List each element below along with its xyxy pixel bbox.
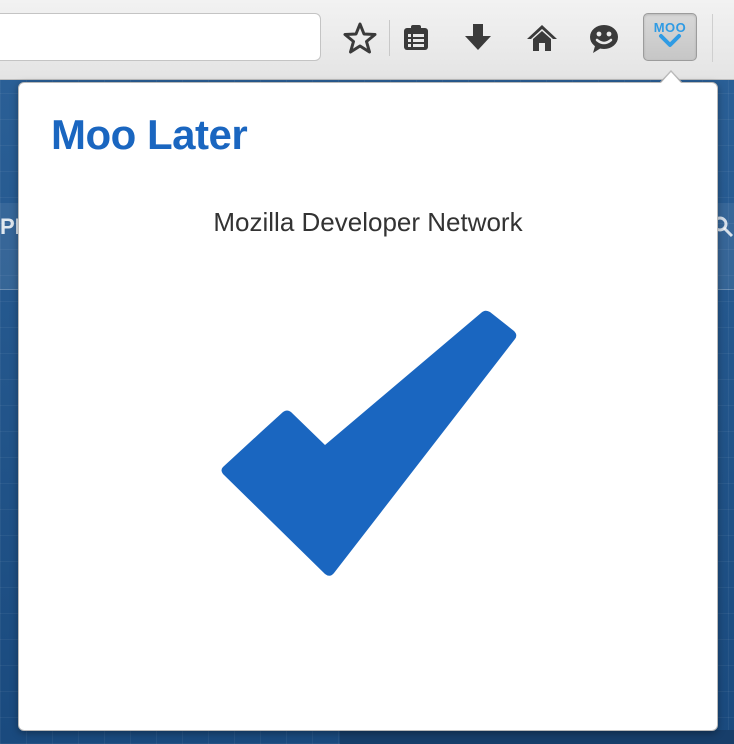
emoji-smiley-icon[interactable] [584, 18, 624, 58]
popup-title: Moo Later [51, 111, 248, 158]
url-bar[interactable] [0, 13, 321, 61]
chevron-down-icon [659, 34, 681, 47]
moo-later-popup: Moo Later Mozilla Developer Network [18, 82, 718, 731]
bookmark-star-icon[interactable] [340, 18, 380, 58]
home-icon[interactable] [522, 18, 562, 58]
toolbar-separator [389, 20, 390, 56]
toolbar-separator-right [712, 14, 713, 62]
checkmark-icon [221, 310, 517, 576]
page-footer-strip [340, 730, 734, 744]
downloads-icon[interactable] [458, 18, 498, 58]
reading-list-icon[interactable] [396, 18, 436, 58]
browser-toolbar: MOO [0, 0, 734, 80]
popup-arrow-fill [660, 72, 682, 84]
moo-later-extension-button[interactable]: MOO [643, 13, 697, 61]
saved-site-name: Mozilla Developer Network [213, 207, 523, 237]
